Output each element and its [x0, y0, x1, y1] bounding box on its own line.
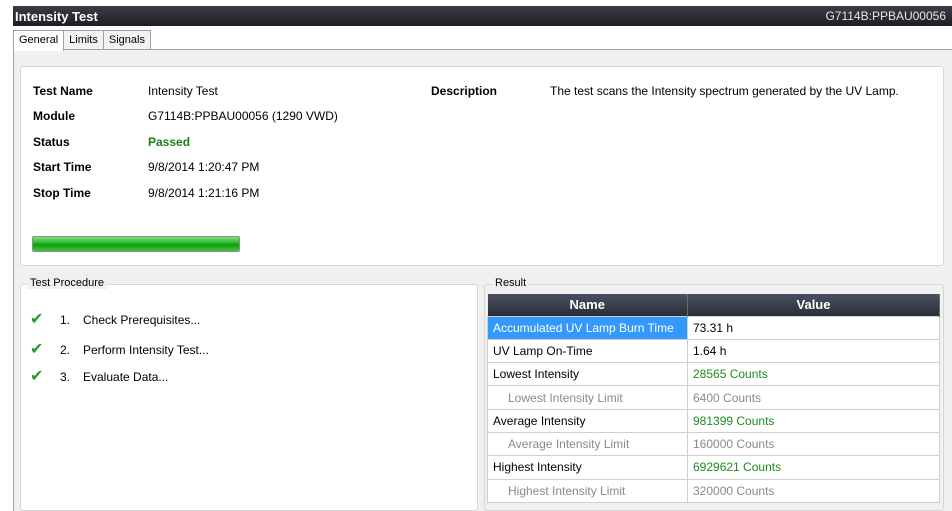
test-progress-bar [32, 236, 240, 252]
result-value-cell[interactable]: 1.64 h [687, 338, 940, 364]
table-row[interactable]: Average Intensity Limit 160000 Counts [487, 431, 940, 457]
check-icon: ✔ [30, 311, 44, 328]
test-procedure-title: Test Procedure [27, 277, 107, 289]
procedure-step-label: Evaluate Data... [83, 370, 169, 384]
table-row[interactable]: Lowest Intensity Limit 6400 Counts [487, 385, 940, 410]
status-value: Passed [148, 135, 191, 149]
module-id-label: G7114B:PPBAU00056 [825, 9, 946, 23]
test-name-value: Intensity Test [148, 84, 218, 98]
procedure-step: ✔ 1. Check Prerequisites... [30, 311, 201, 328]
procedure-step-number: 3. [60, 370, 71, 384]
table-row[interactable]: Lowest Intensity 28565 Counts [487, 362, 940, 387]
result-name-cell[interactable]: Lowest Intensity [487, 362, 688, 387]
result-column-header-name[interactable]: Name [487, 294, 688, 316]
result-title: Result [492, 277, 530, 289]
table-row[interactable]: Highest Intensity 6929621 Counts [487, 455, 940, 480]
result-value-cell[interactable]: 28565 Counts [687, 362, 940, 387]
procedure-step-label: Check Prerequisites... [83, 313, 201, 327]
description-label: Description [431, 84, 498, 98]
window-title: Intensity Test [15, 8, 98, 24]
procedure-step-number: 2. [60, 343, 71, 357]
result-value-cell[interactable]: 6929621 Counts [687, 455, 940, 480]
start-time-label: Start Time [33, 160, 92, 174]
result-table: Name Value Accumulated UV Lamp Burn Time… [487, 294, 940, 503]
stop-time-value: 9/8/2014 1:21:16 PM [148, 186, 260, 200]
result-value-cell[interactable]: 981399 Counts [687, 408, 940, 433]
table-row[interactable]: Accumulated UV Lamp Burn Time 73.31 h [487, 315, 940, 340]
result-name-cell[interactable]: UV Lamp On-Time [487, 338, 688, 364]
procedure-step: ✔ 2. Perform Intensity Test... [30, 341, 209, 358]
status-label: Status [33, 135, 70, 149]
table-row[interactable]: Average Intensity 981399 Counts [487, 408, 940, 433]
procedure-step-label: Perform Intensity Test... [83, 343, 209, 357]
result-value-cell[interactable]: 6400 Counts [687, 385, 940, 410]
tab-general[interactable]: General [13, 30, 65, 51]
description-value: The test scans the Intensity spectrum ge… [550, 84, 899, 98]
procedure-step-number: 1. [60, 313, 71, 327]
stop-time-label: Stop Time [33, 186, 91, 200]
check-icon: ✔ [30, 368, 44, 385]
start-time-value: 9/8/2014 1:20:47 PM [148, 160, 260, 174]
module-label: Module [33, 109, 75, 123]
procedure-step: ✔ 3. Evaluate Data... [30, 368, 169, 385]
table-row[interactable]: UV Lamp On-Time 1.64 h [487, 338, 940, 364]
result-value-cell[interactable]: 320000 Counts [687, 478, 940, 503]
result-value-cell[interactable]: 160000 Counts [687, 431, 940, 457]
tab-signals[interactable]: Signals [102, 30, 151, 50]
check-icon: ✔ [30, 341, 44, 358]
test-name-label: Test Name [33, 84, 93, 98]
result-name-cell[interactable]: Accumulated UV Lamp Burn Time [487, 315, 688, 340]
window-titlebar: Intensity Test G7114B:PPBAU00056 [13, 6, 952, 26]
tab-limits[interactable]: Limits [63, 30, 104, 50]
tab-bar: General Limits Signals [13, 30, 151, 51]
result-name-cell[interactable]: Highest Intensity Limit [487, 478, 688, 503]
result-name-cell[interactable]: Highest Intensity [487, 455, 688, 480]
result-column-header-value[interactable]: Value [687, 294, 940, 316]
result-name-cell[interactable]: Average Intensity [487, 408, 688, 433]
result-name-cell[interactable]: Lowest Intensity Limit [487, 385, 688, 410]
progress-fill [33, 237, 239, 251]
table-row[interactable]: Highest Intensity Limit 320000 Counts [487, 478, 940, 503]
module-value: G7114B:PPBAU00056 (1290 VWD) [148, 109, 338, 123]
result-value-cell[interactable]: 73.31 h [687, 315, 940, 340]
result-name-cell[interactable]: Average Intensity Limit [487, 431, 688, 457]
